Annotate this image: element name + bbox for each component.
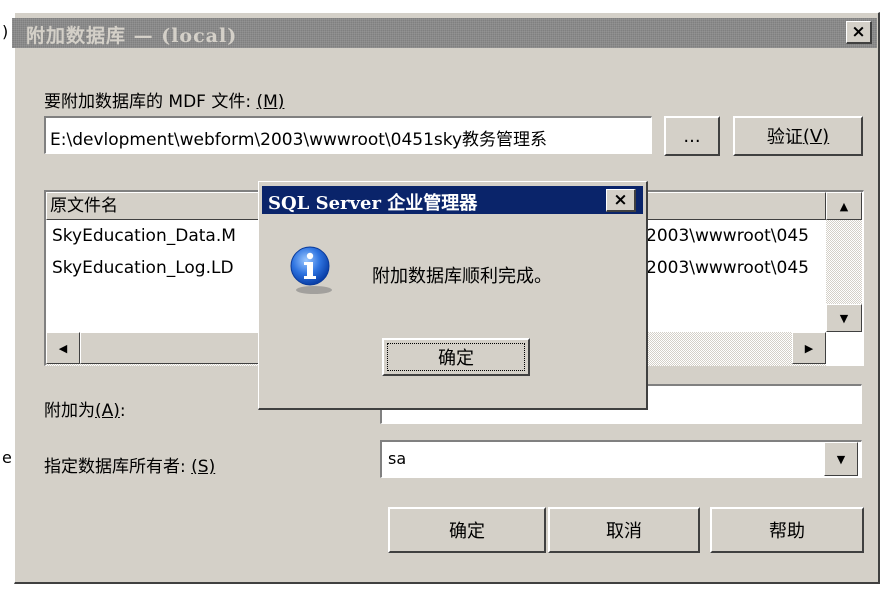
arrow-down-icon: ▼: [839, 311, 849, 325]
ok-button[interactable]: 确定: [388, 507, 546, 553]
owner-selected-value: sa: [388, 449, 407, 468]
message-text: 附加数据库顺利完成。: [372, 266, 552, 287]
verify-label: 验证: [766, 127, 803, 148]
owner-select[interactable]: sa ▼: [380, 440, 862, 478]
background-stray-text: e: [2, 448, 12, 467]
close-icon: ×: [613, 190, 628, 210]
message-ok-focus-rect: 确定: [387, 343, 525, 371]
owner-label: 指定数据库所有者: (S): [44, 457, 216, 477]
scroll-left-button[interactable]: ◀: [46, 332, 80, 364]
title-prefix-glyph: ): [2, 22, 9, 41]
verify-hotkey: (V): [802, 125, 830, 147]
horizontal-scroll-thumb[interactable]: [80, 332, 260, 364]
info-icon: [286, 244, 338, 296]
attach-as-hotkey: (A): [95, 401, 120, 421]
verify-button[interactable]: 验证 (V): [733, 116, 863, 156]
owner-dropdown-button[interactable]: ▼: [824, 442, 858, 476]
window-close-button[interactable]: ×: [846, 21, 872, 44]
message-ok-button[interactable]: 确定: [382, 338, 530, 376]
browse-button[interactable]: ...: [664, 116, 720, 156]
scroll-right-button[interactable]: ▶: [792, 332, 826, 364]
list-item-path[interactable]: 2003\wwwroot\045: [646, 254, 826, 282]
arrow-left-icon: ◀: [58, 341, 68, 355]
message-ok-label: 确定: [438, 348, 474, 369]
mdf-file-input[interactable]: E:\devlopment\webform\2003\wwwroot\0451s…: [44, 116, 652, 154]
help-button[interactable]: 帮助: [710, 507, 864, 553]
message-box-close-button[interactable]: ×: [606, 189, 636, 212]
arrow-up-icon: ▲: [839, 199, 849, 213]
window-title: 附加数据库 — (local): [26, 25, 238, 47]
mdf-hotkey: (M): [256, 92, 285, 112]
scroll-down-button[interactable]: ▼: [826, 304, 862, 332]
scroll-up-button[interactable]: ▲: [826, 192, 862, 220]
help-label: 帮助: [769, 521, 805, 542]
chevron-down-icon: ▼: [836, 452, 846, 466]
attach-as-label: 附加为(A):: [44, 401, 126, 421]
mdf-file-label: 要附加数据库的 MDF 文件: (M): [44, 92, 285, 112]
list-item-path[interactable]: 2003\wwwroot\045: [646, 222, 826, 250]
mdf-file-value: E:\devlopment\webform\2003\wwwroot\0451s…: [50, 130, 548, 150]
browse-ellipsis: ...: [683, 125, 701, 147]
arrow-right-icon: ▶: [804, 341, 814, 355]
close-icon: ×: [851, 22, 866, 42]
ok-label: 确定: [449, 521, 485, 542]
cancel-label: 取消: [606, 521, 642, 542]
cancel-button[interactable]: 取消: [548, 507, 700, 553]
message-box-title: SQL Server 企业管理器: [268, 193, 478, 214]
owner-hotkey: (S): [191, 457, 216, 477]
